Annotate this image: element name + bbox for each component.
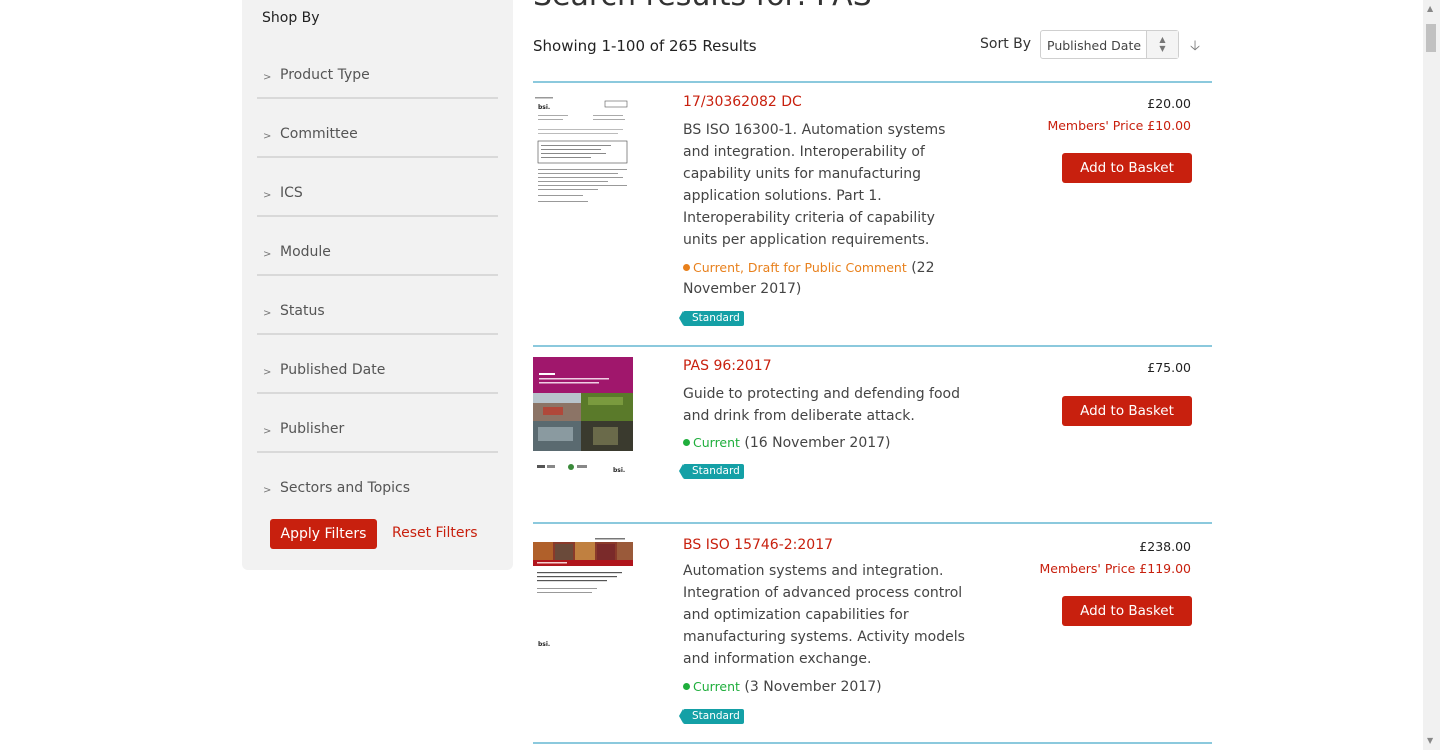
members-price: Members' Price £10.00: [1047, 118, 1191, 133]
add-to-basket-button[interactable]: Add to Basket: [1062, 153, 1192, 183]
members-price: Members' Price £119.00: [1039, 561, 1192, 576]
result-item: bsi. BS ISO 15746-2:2017 Automation syst…: [533, 524, 1212, 742]
shop-by-sidebar: Shop By > Product Type > Committee > ICS…: [242, 0, 513, 570]
facet-status[interactable]: > Status: [257, 276, 498, 335]
add-to-basket-button[interactable]: Add to Basket: [1062, 596, 1192, 626]
result-title-link[interactable]: BS ISO 15746-2:2017: [683, 537, 833, 553]
chevron-right-icon: >: [263, 308, 272, 319]
status-text: Current: [693, 679, 740, 694]
result-divider: [533, 742, 1212, 744]
standard-tag: Standard: [679, 709, 744, 724]
reset-filters-link[interactable]: Reset Filters: [392, 525, 478, 541]
chevron-right-icon: >: [263, 367, 272, 378]
chevron-right-icon: >: [263, 72, 272, 83]
facet-label: Product Type: [280, 67, 370, 83]
facet-label: Sectors and Topics: [280, 480, 411, 496]
facet-label: Status: [280, 303, 325, 319]
svg-text:bsi.: bsi.: [613, 467, 625, 474]
facet-sectors-and-topics[interactable]: > Sectors and Topics: [257, 453, 498, 512]
sort-select-value: Published Date: [1047, 38, 1142, 53]
facet-label: Published Date: [280, 362, 386, 378]
result-status: Current (16 November 2017): [683, 432, 983, 454]
status-dot-icon: [683, 683, 690, 690]
chevron-right-icon: >: [263, 426, 272, 437]
add-to-basket-button[interactable]: Add to Basket: [1062, 396, 1192, 426]
svg-text:bsi.: bsi.: [538, 104, 550, 111]
select-arrows-icon: ▲ ▼: [1146, 31, 1178, 58]
chevron-right-icon: >: [263, 190, 272, 201]
result-price: £238.00: [1139, 539, 1191, 554]
result-price: £20.00: [1147, 96, 1191, 111]
facet-label: Committee: [280, 126, 358, 142]
sort-direction-icon[interactable]: 🡣: [1190, 35, 1200, 59]
result-price: £75.00: [1147, 360, 1191, 375]
page-scrollbar[interactable]: ▲ ▼: [1423, 0, 1440, 750]
result-status: Current (3 November 2017): [683, 676, 983, 698]
status-dot-icon: [683, 264, 690, 271]
scroll-down-icon[interactable]: ▼: [1427, 736, 1433, 745]
result-title-link[interactable]: 17/30362082 DC: [683, 94, 802, 110]
standard-tag: Standard: [679, 311, 744, 326]
apply-filters-button[interactable]: Apply Filters: [270, 519, 377, 549]
status-text: Current: [693, 435, 740, 450]
facet-published-date[interactable]: > Published Date: [257, 335, 498, 394]
shop-by-title: Shop By: [262, 10, 320, 26]
standard-tag: Standard: [679, 464, 744, 479]
facet-publisher[interactable]: > Publisher: [257, 394, 498, 453]
page-title: Search results for: PAS: [533, 0, 872, 13]
facet-label: ICS: [280, 185, 303, 201]
facet-module[interactable]: > Module: [257, 217, 498, 276]
sort-by-label: Sort By: [980, 36, 1032, 52]
scrollbar-thumb[interactable]: [1426, 24, 1436, 52]
facet-product-type[interactable]: > Product Type: [257, 40, 498, 99]
product-cover-image[interactable]: bsi.: [533, 536, 633, 656]
facet-ics[interactable]: > ICS: [257, 158, 498, 217]
result-status: Current, Draft for Public Comment (22 No…: [683, 257, 983, 300]
result-description: BS ISO 16300-1. Automation systems and i…: [683, 122, 946, 248]
svg-text:bsi.: bsi.: [538, 641, 550, 648]
status-date: (16 November 2017): [744, 435, 891, 451]
chevron-right-icon: >: [263, 485, 272, 496]
results-count: Showing 1-100 of 265 Results: [533, 37, 757, 55]
status-dot-icon: [683, 439, 690, 446]
chevron-right-icon: >: [263, 249, 272, 260]
status-date: (3 November 2017): [744, 679, 882, 695]
product-cover-image[interactable]: bsi.: [533, 95, 633, 215]
facet-committee[interactable]: > Committee: [257, 99, 498, 158]
sort-select[interactable]: Published Date ▲ ▼: [1040, 30, 1179, 59]
scroll-up-icon[interactable]: ▲: [1427, 4, 1433, 13]
facet-label: Module: [280, 244, 331, 260]
result-title-link[interactable]: PAS 96:2017: [683, 358, 772, 374]
result-item: bsi. PAS 96:2017 Guide to protecting and…: [533, 347, 1212, 523]
facet-label: Publisher: [280, 421, 345, 437]
result-item: bsi. 17/30362082 DC BS ISO 16300-1. Auto…: [533, 83, 1212, 345]
chevron-right-icon: >: [263, 131, 272, 142]
result-description: Guide to protecting and defending food a…: [683, 386, 960, 424]
product-cover-image[interactable]: bsi.: [533, 357, 633, 477]
status-text: Current, Draft for Public Comment: [693, 260, 907, 275]
result-description: Automation systems and integration. Inte…: [683, 563, 965, 667]
